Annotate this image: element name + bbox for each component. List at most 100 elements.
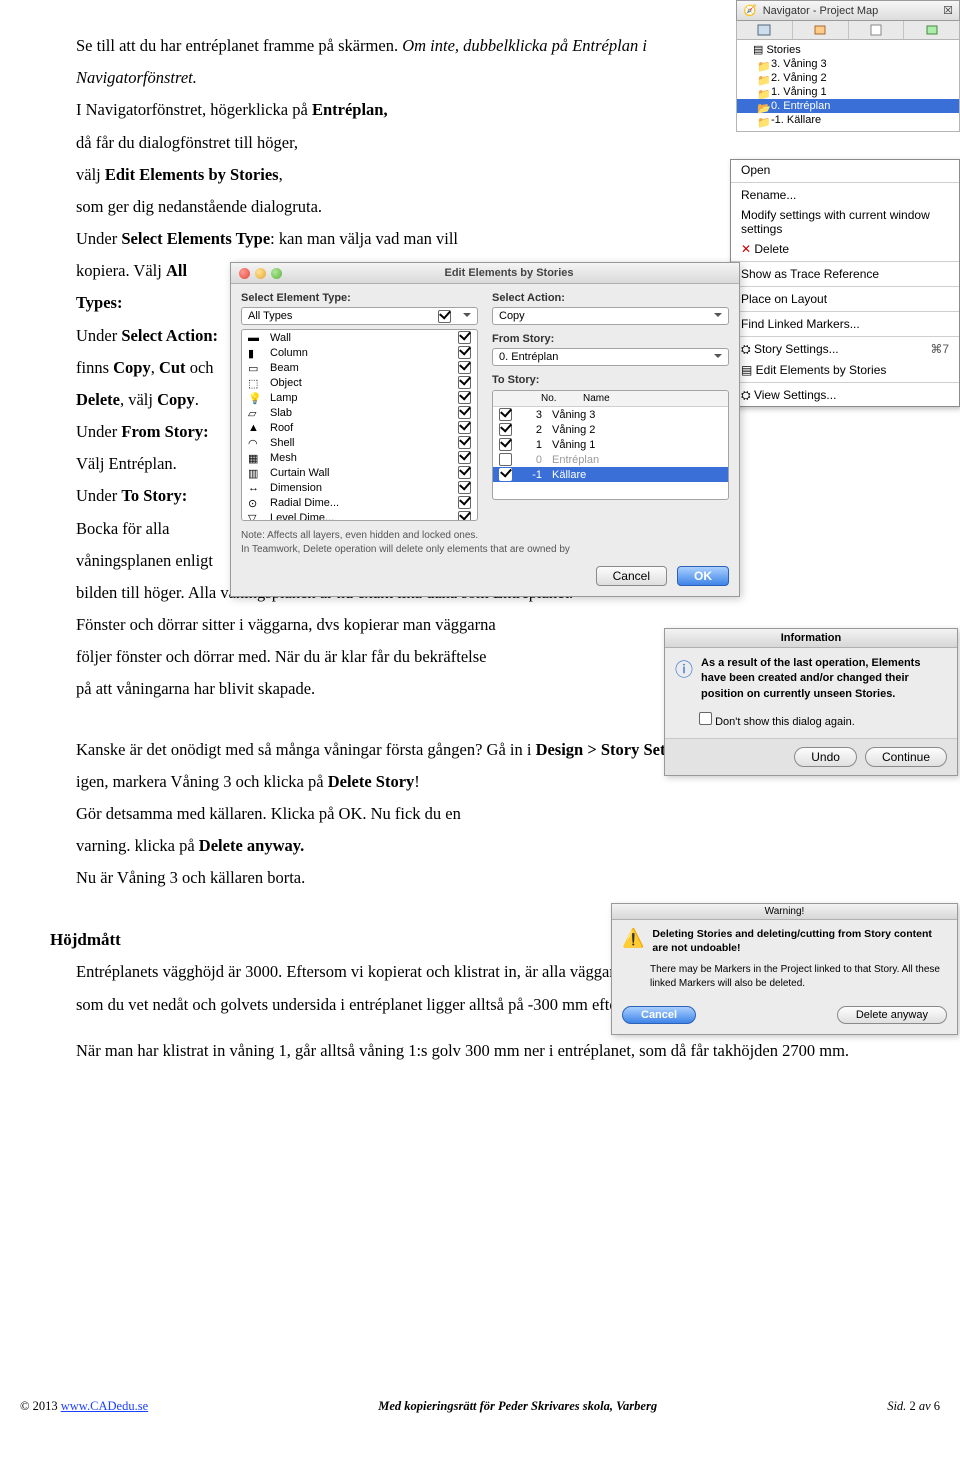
element-type-list[interactable]: ▬Wall ▮Column ▭Beam ⬚Object 💡Lamp ▱Slab …: [241, 329, 478, 521]
to-story-list[interactable]: No.Name 3Våning 3 2Våning 2 1Våning 1 0E…: [492, 390, 729, 500]
checkbox[interactable]: [458, 436, 471, 449]
menu-separator: [731, 382, 959, 383]
menu-separator: [731, 261, 959, 262]
menu-delete[interactable]: ✕ Delete: [731, 239, 959, 259]
to-story-row: 1Våning 1: [493, 437, 728, 452]
type-row: ▱Slab: [242, 405, 477, 420]
menu-open[interactable]: Open: [731, 160, 959, 180]
tree-item[interactable]: 📁3. Våning 3: [737, 57, 959, 71]
wall-icon: ▬: [248, 332, 262, 343]
dont-show-checkbox[interactable]: [699, 712, 712, 725]
checkbox[interactable]: [458, 451, 471, 464]
delete-anyway-button[interactable]: Delete anyway: [837, 1006, 947, 1024]
to-story-row: 3Våning 3: [493, 407, 728, 422]
type-row: ▽Level Dime...: [242, 510, 477, 521]
label-select-action: Select Action:: [492, 292, 729, 304]
slab-icon: ▱: [248, 407, 262, 418]
to-story-row-selected: -1Källare: [493, 467, 728, 482]
tree-item[interactable]: 📁2. Våning 2: [737, 71, 959, 85]
object-icon: ⬚: [248, 377, 262, 388]
traffic-minimize-icon[interactable]: [255, 268, 266, 279]
checkbox[interactable]: [499, 408, 512, 421]
menu-edit-elements-by-stories[interactable]: ▤ Edit Elements by Stories: [731, 360, 959, 380]
tab-view-map[interactable]: [793, 21, 849, 39]
continue-button[interactable]: Continue: [865, 747, 947, 767]
roof-icon: ▲: [248, 422, 262, 433]
menu-trace-reference[interactable]: Show as Trace Reference: [731, 264, 959, 284]
menu-place-on-layout[interactable]: Place on Layout: [731, 289, 959, 309]
checkbox[interactable]: [458, 421, 471, 434]
navigator-titlebar[interactable]: 🧭 Navigator - Project Map ☒: [736, 0, 960, 21]
menu-view-settings[interactable]: ⛭ View Settings...: [731, 385, 959, 406]
curtain-wall-icon: ▥: [248, 467, 262, 478]
compass-icon: 🧭: [743, 4, 757, 17]
navigator-palette: 🧭 Navigator - Project Map ☒ ▤ Stories 📁3…: [736, 0, 960, 132]
info-titlebar[interactable]: Information: [665, 629, 957, 648]
undo-button[interactable]: Undo: [794, 747, 857, 767]
folder-icon: 📁: [757, 116, 767, 129]
action-dropdown[interactable]: Copy: [492, 307, 729, 325]
tab-layout-book[interactable]: [849, 21, 905, 39]
mesh-icon: ▦: [248, 452, 262, 463]
tree-item[interactable]: 📁1. Våning 1: [737, 85, 959, 99]
navigator-tabs: [736, 21, 960, 40]
type-row: ↔Dimension: [242, 480, 477, 495]
tree-root-stories[interactable]: ▤ Stories: [737, 42, 959, 57]
menu-find-linked-markers[interactable]: Find Linked Markers...: [731, 314, 959, 334]
gear-icon: ⛭: [741, 388, 754, 402]
warning-cancel-button[interactable]: Cancel: [622, 1006, 696, 1024]
page-footer: © 2013 www.CADedu.se Med kopieringsrätt …: [0, 1399, 960, 1414]
checkbox[interactable]: [499, 468, 512, 481]
dialog-note: Note: Affects all layers, even hidden an…: [241, 529, 729, 556]
tree-item[interactable]: 📁-1. Källare: [737, 113, 959, 127]
dialog-titlebar[interactable]: Edit Elements by Stories: [231, 263, 739, 284]
menu-story-settings[interactable]: ⛭ Story Settings...⌘7: [731, 339, 959, 360]
from-story-dropdown[interactable]: 0. Entréplan: [492, 348, 729, 366]
type-row: ◠Shell: [242, 435, 477, 450]
menu-modify-settings[interactable]: Modify settings with current window sett…: [731, 205, 959, 239]
close-icon[interactable]: ☒: [943, 4, 953, 17]
checkbox[interactable]: [458, 376, 471, 389]
checkbox[interactable]: [458, 331, 471, 344]
checkbox[interactable]: [458, 466, 471, 479]
type-row: ▮Column: [242, 345, 477, 360]
tree-item-selected[interactable]: 📂0. Entréplan: [737, 99, 959, 113]
checkbox[interactable]: [499, 423, 512, 436]
traffic-zoom-icon[interactable]: [271, 268, 282, 279]
type-row: ▬Wall: [242, 330, 477, 345]
checkbox[interactable]: [499, 438, 512, 451]
cancel-button[interactable]: Cancel: [596, 566, 667, 586]
traffic-close-icon[interactable]: [239, 268, 250, 279]
level-dim-icon: ▽: [248, 512, 262, 521]
shortcut: ⌘7: [930, 342, 949, 356]
type-row: ▦Mesh: [242, 450, 477, 465]
warning-dialog: Warning! ⚠️ Deleting Stories and deletin…: [611, 903, 958, 1035]
checkbox[interactable]: [458, 406, 471, 419]
warning-titlebar[interactable]: Warning!: [612, 904, 957, 920]
house-icon: ▤: [753, 44, 763, 56]
navigator-title: Navigator - Project Map: [763, 5, 879, 17]
menu-separator: [731, 182, 959, 183]
checkbox[interactable]: [458, 361, 471, 374]
menu-separator: [731, 311, 959, 312]
checkbox[interactable]: [458, 346, 471, 359]
checkbox[interactable]: [458, 496, 471, 509]
menu-rename[interactable]: Rename...: [731, 185, 959, 205]
all-types-dropdown[interactable]: All Types: [241, 307, 478, 325]
checkbox[interactable]: [458, 391, 471, 404]
tab-publisher[interactable]: [904, 21, 959, 39]
tab-project-map[interactable]: [737, 21, 793, 39]
type-row: ▥Curtain Wall: [242, 465, 477, 480]
type-row: 💡Lamp: [242, 390, 477, 405]
lamp-icon: 💡: [248, 392, 262, 403]
checkbox[interactable]: [458, 511, 471, 521]
footer-link[interactable]: www.CADedu.se: [61, 1399, 148, 1413]
beam-icon: ▭: [248, 362, 262, 373]
edit-elements-dialog: Edit Elements by Stories Select Element …: [230, 262, 740, 597]
warning-subtext: There may be Markers in the Project link…: [650, 963, 947, 990]
stories-icon: ▤: [741, 363, 756, 377]
checkbox[interactable]: [458, 481, 471, 494]
to-story-row-disabled: 0Entréplan: [493, 452, 728, 467]
info-icon: ⓘ: [675, 656, 693, 702]
ok-button[interactable]: OK: [677, 566, 729, 586]
